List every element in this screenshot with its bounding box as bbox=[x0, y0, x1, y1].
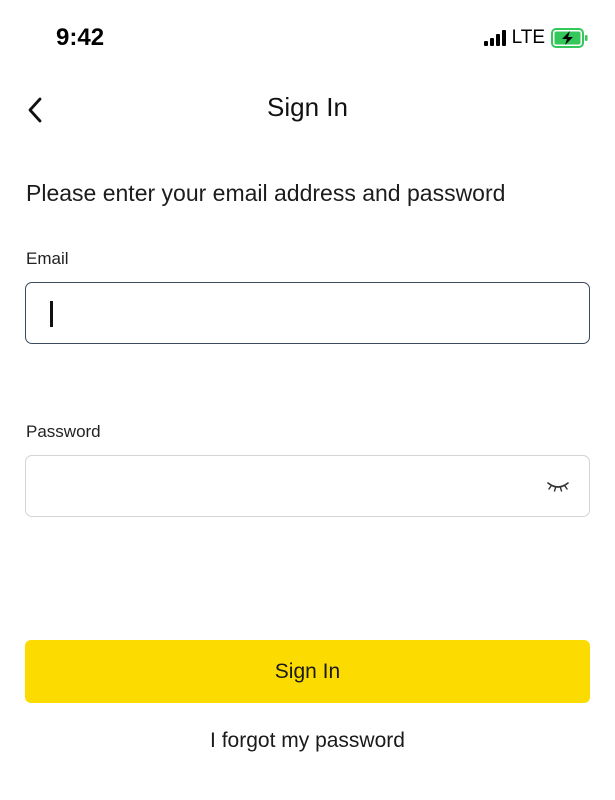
password-label: Password bbox=[26, 422, 101, 441]
status-bar: 9:42 LTE bbox=[0, 0, 615, 80]
sign-in-button[interactable]: Sign In bbox=[25, 640, 590, 703]
text-cursor bbox=[50, 301, 53, 327]
email-label: Email bbox=[26, 249, 69, 268]
signal-bars-icon bbox=[483, 30, 506, 46]
page-title: Sign In bbox=[267, 92, 348, 122]
network-type: LTE bbox=[511, 27, 545, 48]
email-field[interactable] bbox=[25, 282, 590, 344]
password-field[interactable] bbox=[25, 455, 590, 517]
eye-closed-icon bbox=[547, 482, 569, 492]
forgot-password-link[interactable]: I forgot my password bbox=[0, 729, 615, 753]
battery-charging-icon bbox=[551, 28, 589, 48]
instruction-text: Please enter your email address and pass… bbox=[26, 180, 506, 206]
navigation-bar: Sign In bbox=[0, 80, 615, 140]
status-indicators: LTE bbox=[483, 27, 589, 49]
show-password-toggle[interactable] bbox=[545, 476, 571, 496]
status-time: 9:42 bbox=[56, 24, 105, 51]
